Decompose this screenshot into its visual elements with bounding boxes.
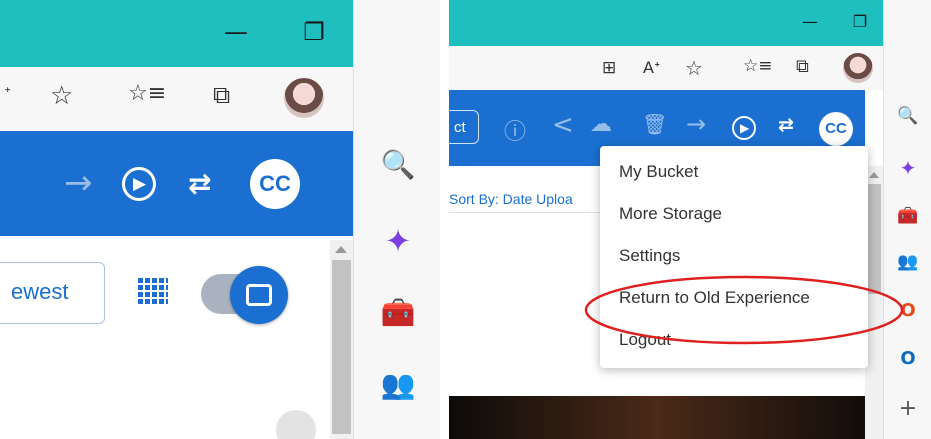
right-browser-crop: — ❐ ✕ ⊞ Aᐩ ☆ ☆≡ ⧉ ··· ct ⓘ < ☁ 🗑 → ▶ ⇄ C… bbox=[449, 0, 931, 439]
sort-button[interactable]: ewest bbox=[0, 262, 105, 324]
left-browser-crop: — ❐ ✕ ᐩ ☆ ☆≡ ⧉ ··· → ▶ ⇄ CC ewest bbox=[0, 0, 440, 439]
highlight-ellipse-stroke bbox=[584, 275, 904, 345]
tools-icon[interactable]: 🧰 bbox=[890, 206, 926, 226]
content-area: ewest bbox=[0, 236, 330, 439]
add-favorite-icon[interactable]: ☆ bbox=[685, 56, 703, 80]
play-button[interactable]: ▶ bbox=[732, 116, 756, 140]
forward-icon[interactable]: → bbox=[686, 110, 706, 138]
info-icon[interactable]: ⓘ bbox=[504, 114, 526, 146]
collections-icon[interactable]: ⧉ bbox=[213, 81, 230, 109]
app-header: → ▶ ⇄ CC bbox=[0, 131, 353, 236]
delete-icon[interactable]: 🗑 bbox=[642, 112, 667, 136]
copilot-icon[interactable]: ✦ bbox=[890, 156, 926, 180]
photo-thumbnail[interactable] bbox=[449, 396, 865, 439]
link-icon[interactable]: ⇄ bbox=[778, 114, 794, 136]
favorites-icon[interactable]: ☆≡ bbox=[743, 56, 772, 76]
search-icon[interactable]: 🔍 bbox=[890, 106, 926, 126]
fullscreen-icon bbox=[246, 284, 272, 306]
favorites-icon[interactable]: ☆≡ bbox=[128, 81, 166, 106]
highlight-ellipse bbox=[584, 275, 904, 345]
scroll-up-icon[interactable] bbox=[335, 246, 347, 253]
scrollbar[interactable] bbox=[330, 240, 353, 439]
scroll-up-icon[interactable] bbox=[869, 172, 879, 178]
grid-view-icon[interactable] bbox=[138, 278, 168, 304]
restore-button[interactable]: ❐ bbox=[296, 18, 332, 46]
heart-icon[interactable] bbox=[276, 410, 316, 439]
minimize-button[interactable]: — bbox=[216, 18, 256, 46]
read-aloud-icon[interactable]: ᐩ bbox=[4, 83, 11, 104]
read-aloud-icon[interactable]: Aᐩ bbox=[643, 58, 660, 77]
sort-label[interactable]: Sort By: Date Uploa bbox=[449, 191, 573, 207]
search-icon[interactable]: 🔍 bbox=[378, 148, 418, 181]
games-icon[interactable]: 👥 bbox=[378, 368, 418, 401]
menu-item-settings[interactable]: Settings bbox=[600, 246, 868, 266]
restore-button[interactable]: ❐ bbox=[848, 12, 872, 31]
scroll-thumb[interactable] bbox=[332, 260, 351, 434]
tools-icon[interactable]: 🧰 bbox=[378, 296, 418, 329]
edge-sidebar: 🔍 ✦ 🧰 👥 O O + bbox=[883, 0, 931, 439]
add-favorite-icon[interactable]: ☆ bbox=[50, 81, 73, 111]
play-button[interactable]: ▶ bbox=[122, 167, 156, 201]
menu-item-more-storage[interactable]: More Storage bbox=[600, 204, 868, 224]
play-icon: ▶ bbox=[133, 174, 147, 194]
upload-icon[interactable]: ☁ bbox=[590, 112, 612, 137]
profile-avatar[interactable] bbox=[284, 78, 324, 118]
collections-icon[interactable]: ⧉ bbox=[796, 56, 809, 77]
forward-icon[interactable]: → bbox=[64, 163, 93, 203]
play-icon: ▶ bbox=[740, 121, 750, 135]
user-avatar-badge[interactable]: CC bbox=[819, 112, 853, 146]
split-screen-icon[interactable]: ⊞ bbox=[602, 58, 616, 78]
edge-sidebar: 🔍 ✦ 🧰 👥 bbox=[353, 0, 440, 439]
sort-button-label: ewest bbox=[11, 279, 69, 304]
select-button[interactable]: ct bbox=[449, 110, 479, 144]
copilot-icon[interactable]: ✦ bbox=[378, 222, 418, 260]
browser-toolbar: ⊞ Aᐩ ☆ ☆≡ ⧉ ··· bbox=[449, 46, 931, 90]
link-icon[interactable]: ⇄ bbox=[188, 167, 211, 200]
share-icon[interactable]: < bbox=[552, 110, 574, 140]
title-bar: — ❐ ✕ bbox=[449, 0, 931, 46]
menu-item-my-bucket[interactable]: My Bucket bbox=[600, 162, 868, 182]
toggle-knob[interactable] bbox=[230, 266, 288, 324]
minimize-button[interactable]: — bbox=[795, 12, 825, 31]
select-button-label: ct bbox=[454, 119, 466, 136]
user-avatar-badge[interactable]: CC bbox=[250, 159, 300, 209]
profile-avatar[interactable] bbox=[843, 53, 873, 83]
add-icon[interactable]: + bbox=[890, 396, 926, 421]
